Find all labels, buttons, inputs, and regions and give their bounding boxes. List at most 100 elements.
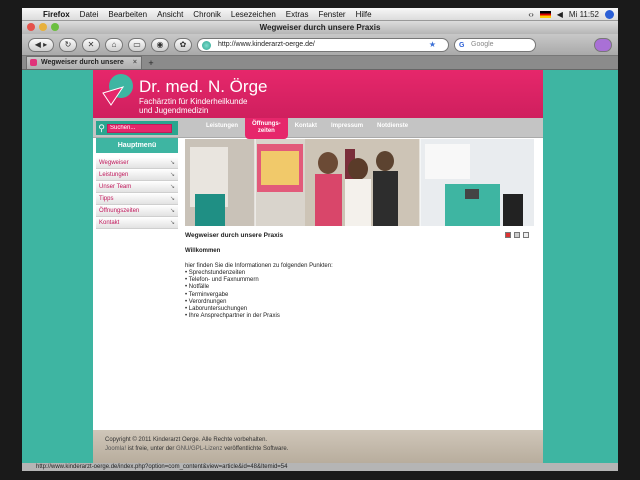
- article-intro: hier finden Sie die Informationen zu fol…: [185, 263, 333, 269]
- site-subtitle-line1: Fachärztin für Kinderheilkunde: [139, 97, 248, 106]
- menu-chronik[interactable]: Chronik: [193, 10, 221, 19]
- new-tab-button[interactable]: +: [144, 57, 158, 69]
- url-text: http://www.kinderarzt-oerge.de/: [218, 40, 315, 48]
- practice-photo-banner: [185, 139, 534, 226]
- menu-item-leistungen[interactable]: Leistungen ↘: [96, 169, 178, 181]
- article-title: Wegweiser durch unsere Praxis: [185, 232, 284, 239]
- joomla-link[interactable]: Joomla!: [105, 446, 126, 452]
- nav-oeffnungszeiten[interactable]: Öffnungs- zeiten: [245, 118, 288, 139]
- page-viewport: Dr. med. N. Örge Fachärztin für Kinderhe…: [22, 70, 618, 463]
- list-item: • Verordnungen: [185, 298, 227, 305]
- close-window-icon[interactable]: [27, 23, 35, 31]
- nav-leistungen[interactable]: Leistungen: [199, 118, 245, 138]
- menu-item-label: Unser Team: [99, 184, 132, 190]
- nav-impressum[interactable]: Impressum: [324, 118, 370, 138]
- tab-bar: Wegweiser durch unsere Praxis × +: [22, 56, 618, 78]
- article-actions: [505, 232, 529, 238]
- list-item: • Ihre Ansprechpartner in der Praxis: [185, 313, 280, 320]
- status-bar: http://www.kinderarzt-oerge.de/index.php…: [22, 463, 618, 471]
- menu-item-unser-team[interactable]: Unser Team ↘: [96, 181, 178, 193]
- menu-item-wegweiser[interactable]: Wegweiser ↘: [96, 157, 178, 169]
- arrow-icon: ↘: [169, 184, 175, 190]
- window-controls: [27, 23, 59, 31]
- volume-icon[interactable]: ◀: [557, 10, 563, 19]
- list-item: • Sprechstundenzeiten: [185, 270, 246, 276]
- nav-notdienste[interactable]: Notdienste: [370, 118, 415, 138]
- google-icon: G: [459, 41, 465, 49]
- browser-toolbar: ◀ ▸ ↻ ✕ ⌂ ▭ ◉ ✿ http://www.kinderarzt-oe…: [22, 34, 618, 56]
- pdf-icon[interactable]: [505, 232, 511, 238]
- menu-item-tipps[interactable]: Tipps ↘: [96, 193, 178, 205]
- flag-de-icon[interactable]: [539, 10, 551, 18]
- web-search-field[interactable]: G Google: [454, 37, 536, 52]
- arrow-icon: ↘: [169, 172, 175, 178]
- menu-datei[interactable]: Datei: [80, 10, 99, 19]
- menu-item-kontakt[interactable]: Kontakt ↘: [96, 217, 178, 229]
- menu-lesezeichen[interactable]: Lesezeichen: [231, 10, 276, 19]
- tab-favicon-icon: [30, 59, 37, 66]
- menu-hilfe[interactable]: Hilfe: [356, 10, 372, 19]
- list-item: • Notfälle: [185, 284, 210, 291]
- site-favicon-icon: [202, 40, 211, 50]
- menu-app-name[interactable]: Firefox: [43, 10, 70, 19]
- site-footer: Copyright © 2011 Kinderarzt Oerge. Alle …: [93, 430, 543, 463]
- site-nav-bar: ⚲ Leistungen Öffnungs- zeiten Kontakt Im…: [93, 118, 543, 139]
- menu-ansicht[interactable]: Ansicht: [157, 10, 183, 19]
- bookmark-star-icon[interactable]: ★: [429, 39, 436, 51]
- menu-bearbeiten[interactable]: Bearbeiten: [108, 10, 147, 19]
- top-nav: Leistungen Öffnungs- zeiten Kontakt Impr…: [199, 118, 415, 139]
- browser-tab[interactable]: Wegweiser durch unsere Praxis ×: [26, 56, 142, 78]
- stop-button[interactable]: ✕: [82, 37, 100, 52]
- menu-item-label: Kontakt: [99, 220, 120, 226]
- nav-kontakt[interactable]: Kontakt: [288, 118, 324, 138]
- close-tab-icon[interactable]: ×: [133, 57, 137, 69]
- practice-logo-icon[interactable]: [101, 73, 135, 107]
- article: Wegweiser durch unsere Praxis Willkommen…: [185, 232, 534, 320]
- home-button[interactable]: ⌂: [105, 37, 123, 52]
- site-title[interactable]: Dr. med. N. Örge: [139, 77, 267, 97]
- site-page: Dr. med. N. Örge Fachärztin für Kinderhe…: [93, 70, 543, 463]
- url-bar[interactable]: http://www.kinderarzt-oerge.de/ ★: [197, 37, 449, 52]
- arrow-icon: ↘: [169, 196, 175, 202]
- gpl-link[interactable]: GNU/GPL-Lizenz: [176, 446, 222, 452]
- zoom-window-icon[interactable]: [51, 23, 59, 31]
- email-icon[interactable]: [523, 232, 529, 238]
- menubar-clock[interactable]: Mi 11:52: [569, 10, 599, 19]
- search-icon[interactable]: ⚲: [96, 123, 107, 134]
- site-header: Dr. med. N. Örge Fachärztin für Kinderhe…: [93, 70, 543, 118]
- addon-button[interactable]: ◉: [151, 37, 169, 52]
- site-search: ⚲: [96, 121, 178, 135]
- menubar-extras: ‹› ◀ Mi 11:52: [528, 9, 618, 19]
- footer-text-end: veröffentlichte Software.: [222, 445, 289, 452]
- tab-view-button[interactable]: ▭: [128, 37, 146, 52]
- extension-icon[interactable]: [594, 37, 612, 52]
- os-menubar: Firefox Datei Bearbeiten Ansicht Chronik…: [22, 8, 618, 21]
- window-title: Wegweiser durch unsere Praxis: [259, 23, 381, 32]
- article-points: • Sprechstundenzeiten • Telefon- und Fax…: [185, 270, 534, 320]
- window-titlebar: Wegweiser durch unsere Praxis: [22, 21, 618, 34]
- minimize-window-icon[interactable]: [39, 23, 47, 31]
- reload-button[interactable]: ↻: [59, 37, 77, 52]
- list-item: • Terminvergabe: [185, 291, 229, 298]
- print-icon[interactable]: [514, 232, 520, 238]
- menu-item-label: Leistungen: [99, 172, 129, 178]
- site-search-input[interactable]: [107, 123, 172, 133]
- copyright-text: Copyright © 2011 Kinderarzt Oerge. Alle …: [105, 437, 268, 443]
- spotlight-icon[interactable]: [605, 9, 614, 19]
- back-forward-button[interactable]: ◀ ▸: [28, 37, 54, 52]
- practice-photo: [185, 139, 534, 226]
- sidebar-menu: Hauptmenü Wegweiser ↘ Leistungen ↘ Unser T…: [96, 138, 178, 229]
- arrow-icon: ↘: [169, 208, 175, 214]
- list-item: • Telefon- und Faxnummern: [185, 277, 259, 284]
- status-url: http://www.kinderarzt-oerge.de/index.php…: [36, 464, 288, 470]
- menu-fenster[interactable]: Fenster: [318, 10, 345, 19]
- addon2-button[interactable]: ✿: [174, 37, 192, 52]
- menu-item-label: Wegweiser: [99, 160, 129, 166]
- footer-text: ist freie, unter der: [126, 445, 177, 452]
- script-switch-icon[interactable]: ‹›: [528, 10, 533, 19]
- menu-extras[interactable]: Extras: [286, 10, 309, 19]
- footer-license: Joomla! ist freie, unter der GNU/GPL-Liz…: [105, 445, 543, 454]
- menu-item-oeffnungszeiten[interactable]: Öffnungszeiten ↘: [96, 205, 178, 217]
- arrow-icon: ↘: [169, 160, 175, 166]
- menu-item-label: Tipps: [99, 196, 114, 202]
